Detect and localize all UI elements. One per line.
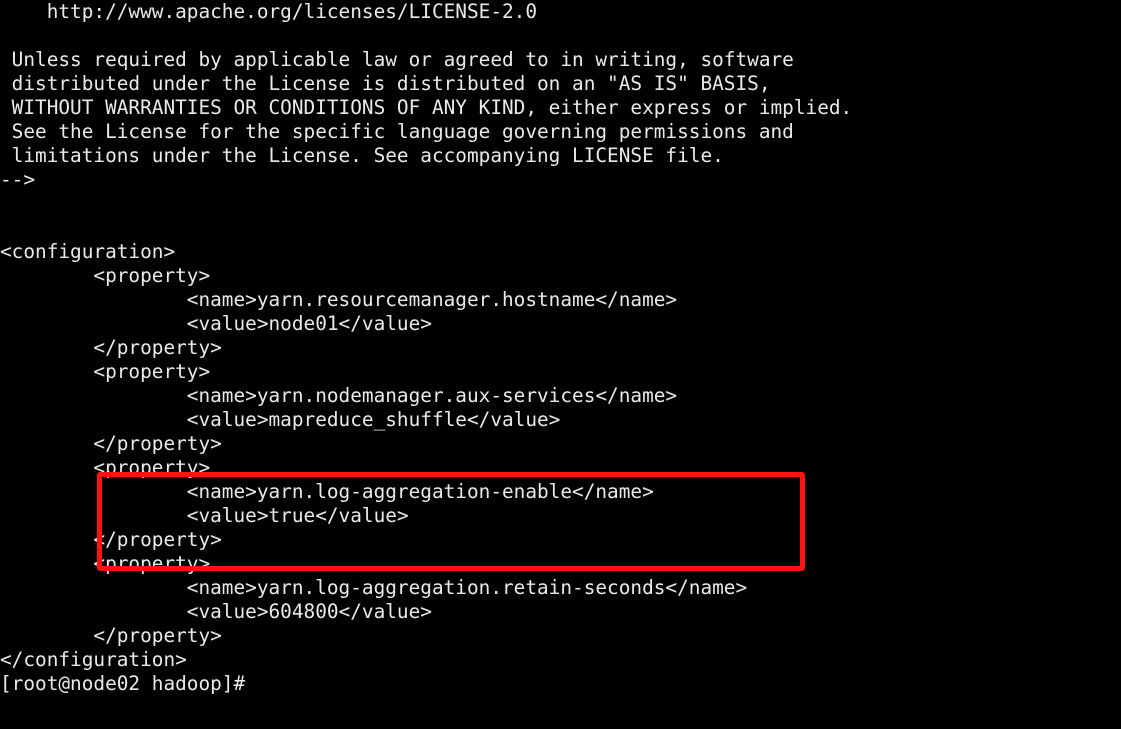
terminal-line: <value>mapreduce_shuffle</value> [0, 408, 561, 431]
terminal-line: Unless required by applicable law or agr… [0, 48, 794, 71]
terminal-line: --> [0, 168, 36, 191]
terminal-window[interactable]: http://www.apache.org/licenses/LICENSE-2… [0, 0, 1121, 729]
terminal-line: <value>604800</value> [0, 600, 432, 623]
terminal-line: </property> [0, 336, 222, 359]
terminal-line-highlighted: </property> [0, 528, 222, 551]
terminal-line: limitations under the License. See accom… [0, 144, 724, 167]
terminal-line: See the License for the specific languag… [0, 120, 794, 143]
terminal-line: <property> [0, 360, 211, 383]
terminal-line: </configuration> [0, 648, 187, 671]
terminal-line-highlighted: <name>yarn.log-aggregation-enable</name> [0, 480, 654, 503]
terminal-line: <name>yarn.log-aggregation.retain-second… [0, 576, 748, 599]
terminal-line: <property> [0, 264, 211, 287]
terminal-line-highlighted: <value>true</value> [0, 504, 409, 527]
terminal-line: WITHOUT WARRANTIES OR CONDITIONS OF ANY … [0, 96, 853, 119]
terminal-line: </property> [0, 624, 222, 647]
terminal-output: http://www.apache.org/licenses/LICENSE-2… [0, 0, 1121, 696]
shell-prompt[interactable]: [root@node02 hadoop]# [0, 672, 1121, 696]
terminal-line: <name>yarn.resourcemanager.hostname</nam… [0, 288, 678, 311]
terminal-line-highlighted: <property> [0, 456, 211, 479]
terminal-line: distributed under the License is distrib… [0, 72, 771, 95]
terminal-line: <property> [0, 552, 211, 575]
terminal-line: <value>node01</value> [0, 312, 432, 335]
terminal-line: http://www.apache.org/licenses/LICENSE-2… [0, 0, 538, 23]
terminal-line: <name>yarn.nodemanager.aux-services</nam… [0, 384, 678, 407]
terminal-line: <configuration> [0, 240, 176, 263]
terminal-line: </property> [0, 432, 222, 455]
